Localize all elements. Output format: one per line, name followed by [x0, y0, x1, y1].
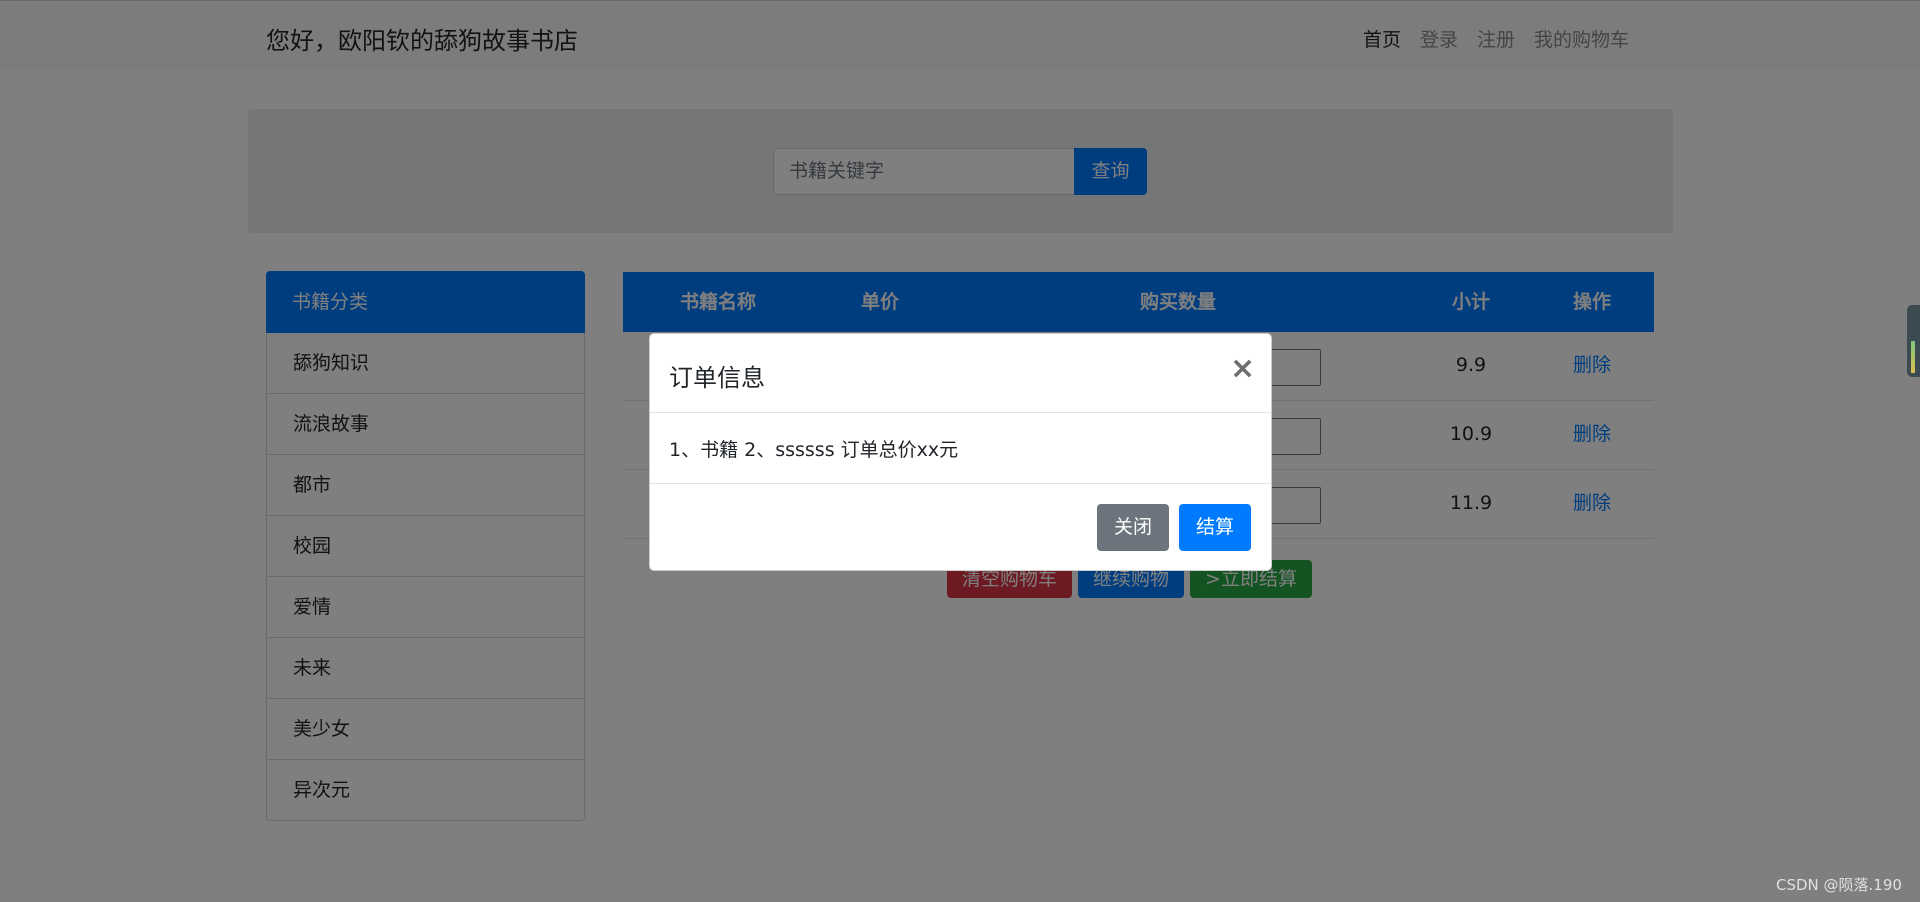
modal-body: 1、书籍 2、ssssss 订单总价xx元 [650, 413, 1271, 484]
modal-title: 订单信息 [669, 364, 765, 392]
close-button[interactable]: 关闭 [1097, 504, 1169, 551]
page: 您好，欧阳钦的舔狗故事书店 首页 登录 注册 我的购物车 书籍关键字 查询 书籍… [0, 0, 1920, 902]
modal-footer: 关闭 结算 [650, 484, 1271, 570]
side-widget-level [1911, 341, 1915, 373]
order-info-modal: 订单信息 × 1、书籍 2、ssssss 订单总价xx元 关闭 结算 [649, 333, 1272, 571]
close-icon[interactable]: × [1230, 354, 1255, 384]
pay-button[interactable]: 结算 [1179, 504, 1251, 551]
side-widget-icon[interactable] [1907, 305, 1920, 377]
watermark: CSDN @陨落.190 [1776, 876, 1902, 894]
order-summary-text: 1、书籍 2、ssssss 订单总价xx元 [669, 439, 959, 461]
modal-header: 订单信息 × [650, 334, 1271, 413]
